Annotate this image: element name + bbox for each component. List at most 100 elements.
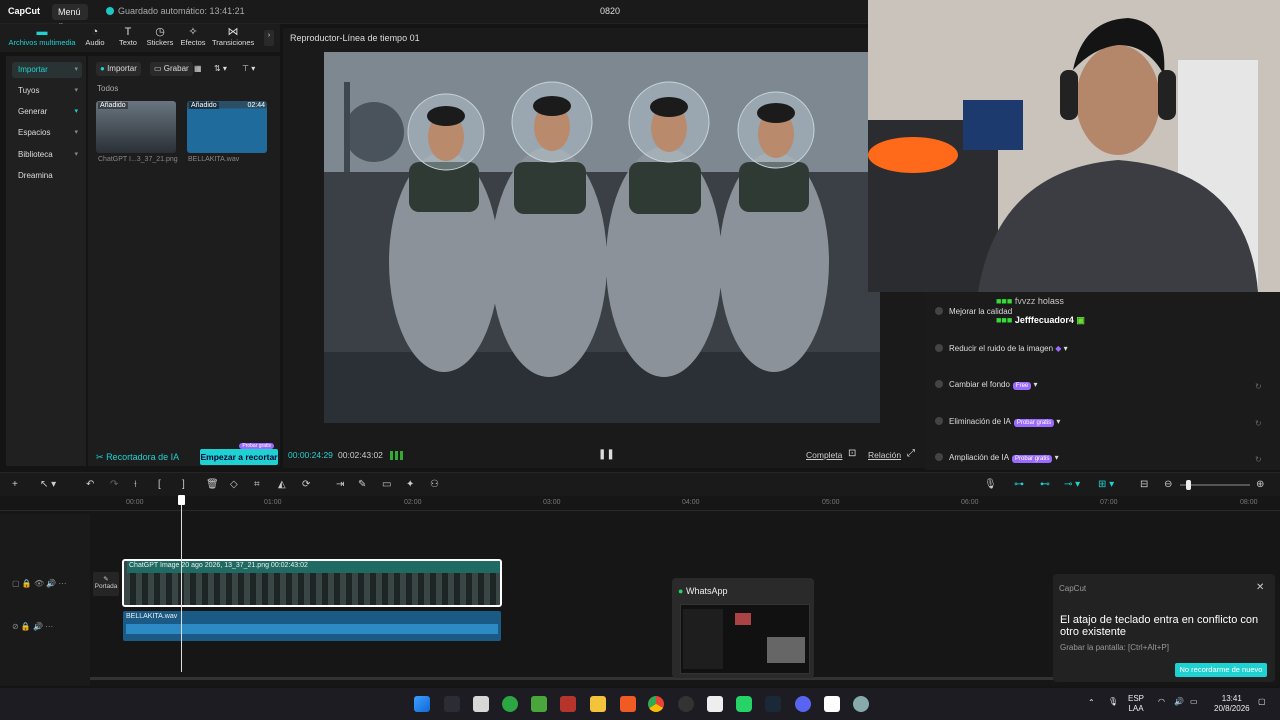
zoom-in-icon[interactable]: ⊕ <box>1256 479 1264 490</box>
sort-icon[interactable]: ⇅ ▾ <box>214 62 227 76</box>
reset-icon[interactable]: ↻ <box>1255 382 1262 391</box>
media-thumb-image[interactable]: Añadido <box>96 101 176 153</box>
right-panel: Mejorar la calidad Reducir el ruido de l… <box>925 292 1280 470</box>
nav-library[interactable]: Biblioteca ▾ <box>12 147 82 163</box>
tab-text[interactable]: T Texto <box>116 26 140 47</box>
nav-yours[interactable]: Tuyos ▾ <box>12 83 82 99</box>
import-button[interactable]: ● Importar <box>96 62 141 76</box>
nav-dreamina[interactable]: Dreamina <box>12 168 82 184</box>
redo-icon[interactable]: ↷ <box>110 479 118 490</box>
tab-media[interactable]: ▬ Archivos multimedia <box>8 26 76 47</box>
option-denoise[interactable]: Reducir el ruido de la imagen ◆ ▾ <box>935 344 1068 353</box>
caption-icon[interactable]: ▭ <box>382 479 391 490</box>
track-video-controls[interactable]: ▢ 🔒 👁 🔊 ⋯ <box>12 579 67 588</box>
ai-person-icon[interactable]: ⚇ <box>430 479 439 490</box>
xbox-icon[interactable] <box>502 696 518 712</box>
trim-right-icon[interactable]: ] <box>182 479 185 490</box>
brave-icon[interactable] <box>620 696 636 712</box>
freeze-icon[interactable]: ⇥ <box>336 479 344 490</box>
store-icon[interactable] <box>473 696 489 712</box>
wifi-icon[interactable]: ◠ <box>1158 697 1165 706</box>
clock[interactable]: 13:41 20/8/2026 <box>1214 694 1250 714</box>
filter-icon[interactable]: ⊤ ▾ <box>242 62 255 76</box>
ruler-tick: 08:00 <box>1240 499 1258 506</box>
pen-icon[interactable]: ✎ <box>358 479 366 490</box>
option-ai-upscale[interactable]: Ampliación de IA Probar gratis ▾ <box>935 453 1059 463</box>
tab-transitions[interactable]: ⋈ Transiciones <box>212 26 254 47</box>
reset-icon[interactable]: ↻ <box>1255 455 1262 464</box>
mic-tray-icon[interactable]: 🎙 <box>1108 697 1118 706</box>
mic-icon[interactable]: 🎙 <box>984 479 997 490</box>
minecraft-icon[interactable] <box>531 696 547 712</box>
undo-icon[interactable]: ↶ <box>86 479 94 490</box>
nav-import[interactable]: Importar ▾ <box>12 62 82 78</box>
reset-icon[interactable]: ↻ <box>1255 419 1262 428</box>
settings-icon[interactable] <box>853 696 869 712</box>
radio-icon <box>935 307 943 315</box>
crop-icon[interactable]: ⌗ <box>254 479 260 490</box>
fullscreen-icon[interactable]: ⤢ <box>907 448 915 459</box>
grid-view-icon[interactable]: ▦ <box>194 62 202 76</box>
tab-stickers[interactable]: ◷ Stickers <box>146 26 174 47</box>
magic-icon[interactable]: ✦ <box>406 479 414 490</box>
obs-icon[interactable] <box>678 696 694 712</box>
magnet-icon[interactable]: ⊷ <box>1040 479 1050 490</box>
whatsapp-taskbar-icon[interactable] <box>736 696 752 712</box>
language-indicator[interactable]: ESP LAA <box>1128 694 1144 714</box>
preview-axis-icon[interactable]: ⊞ ▾ <box>1098 479 1114 490</box>
trim-left-icon[interactable]: [ <box>158 479 161 490</box>
chevron-up-icon[interactable]: ⌃ <box>1088 698 1095 707</box>
dont-remind-button[interactable]: No recordarme de nuevo <box>1175 663 1267 677</box>
media-thumb-audio[interactable]: Añadido 02:44 <box>187 101 267 153</box>
h-scrollbar[interactable] <box>90 677 1055 680</box>
nav-spaces[interactable]: Espacios ▾ <box>12 125 82 141</box>
ratio-button[interactable]: Relación <box>868 450 901 460</box>
record-button[interactable]: ▭ Grabar <box>150 62 193 76</box>
game-icon[interactable] <box>560 696 576 712</box>
select-tool-icon[interactable]: ↖ ▾ <box>40 479 56 490</box>
full-quality-button[interactable]: Completa <box>806 450 842 460</box>
cover-button[interactable]: ✎ Portada <box>93 572 119 596</box>
capcut-active-icon[interactable] <box>824 696 840 712</box>
delete-icon[interactable]: 🗑 <box>206 479 219 490</box>
notifications-icon[interactable]: ▢ <box>1258 697 1266 706</box>
discord-icon[interactable] <box>795 696 811 712</box>
audio-clip[interactable]: BELLAKITA.wav <box>123 611 501 641</box>
widgets-icon[interactable] <box>444 696 460 712</box>
video-preview[interactable] <box>324 52 880 423</box>
chevron-right-icon[interactable]: › <box>264 30 274 46</box>
folder-icon[interactable] <box>590 696 606 712</box>
option-change-bg[interactable]: Cambiar el fondo Free ▾ <box>935 380 1038 390</box>
steam-icon[interactable] <box>765 696 781 712</box>
mirror-icon[interactable]: ◭ <box>278 479 286 490</box>
start-crop-button[interactable]: Empezar a recortar Probar gratis <box>200 443 278 465</box>
pause-icon[interactable]: ❚❚ <box>598 449 615 460</box>
capcut-taskbar-icon[interactable] <box>707 696 723 712</box>
split-icon[interactable]: ⟊ <box>134 479 137 490</box>
menu-button[interactable]: Menú ⌄ <box>52 4 88 27</box>
tab-audio[interactable]: ◔ Audio <box>84 26 106 47</box>
track-audio-controls[interactable]: ⊘ 🔒 🔊 ⋯ <box>12 622 53 631</box>
caption-track-icon[interactable]: ⊟ <box>1140 479 1148 490</box>
whatsapp-preview[interactable]: ● WhatsApp <box>672 578 814 678</box>
ai-cropper[interactable]: ✂ Recortadora de IA <box>96 452 179 463</box>
nav-generate[interactable]: Generar ▾ <box>12 104 82 120</box>
volume-icon[interactable]: 🔊 <box>1174 697 1184 706</box>
zoom-out-icon[interactable]: ⊖ <box>1164 479 1172 490</box>
zoom-slider[interactable] <box>1180 480 1250 490</box>
snap-icon[interactable]: ⊸ ▾ <box>1064 479 1080 490</box>
camera-icon: ▭ <box>154 64 162 73</box>
rotate-icon[interactable]: ⟳ <box>302 479 310 490</box>
tab-effects[interactable]: ✧ Efectos <box>180 26 206 47</box>
screenshot-icon[interactable]: ⊡ <box>848 448 856 459</box>
close-icon[interactable]: ✕ <box>1256 582 1264 593</box>
windows-start-icon[interactable] <box>414 696 430 712</box>
marker-icon[interactable]: ◇ <box>230 479 238 490</box>
link-icon[interactable]: ⊶ <box>1014 479 1024 490</box>
option-ai-removal[interactable]: Eliminación de IA Probar gratis ▾ <box>935 417 1060 427</box>
add-icon[interactable]: + <box>12 479 18 490</box>
battery-icon[interactable]: ▭ <box>1190 697 1198 706</box>
playhead[interactable] <box>178 495 185 672</box>
chrome-icon[interactable] <box>648 696 664 712</box>
video-clip[interactable]: ChatGPT Image 20 ago 2026, 13_37_21.png … <box>122 559 502 607</box>
